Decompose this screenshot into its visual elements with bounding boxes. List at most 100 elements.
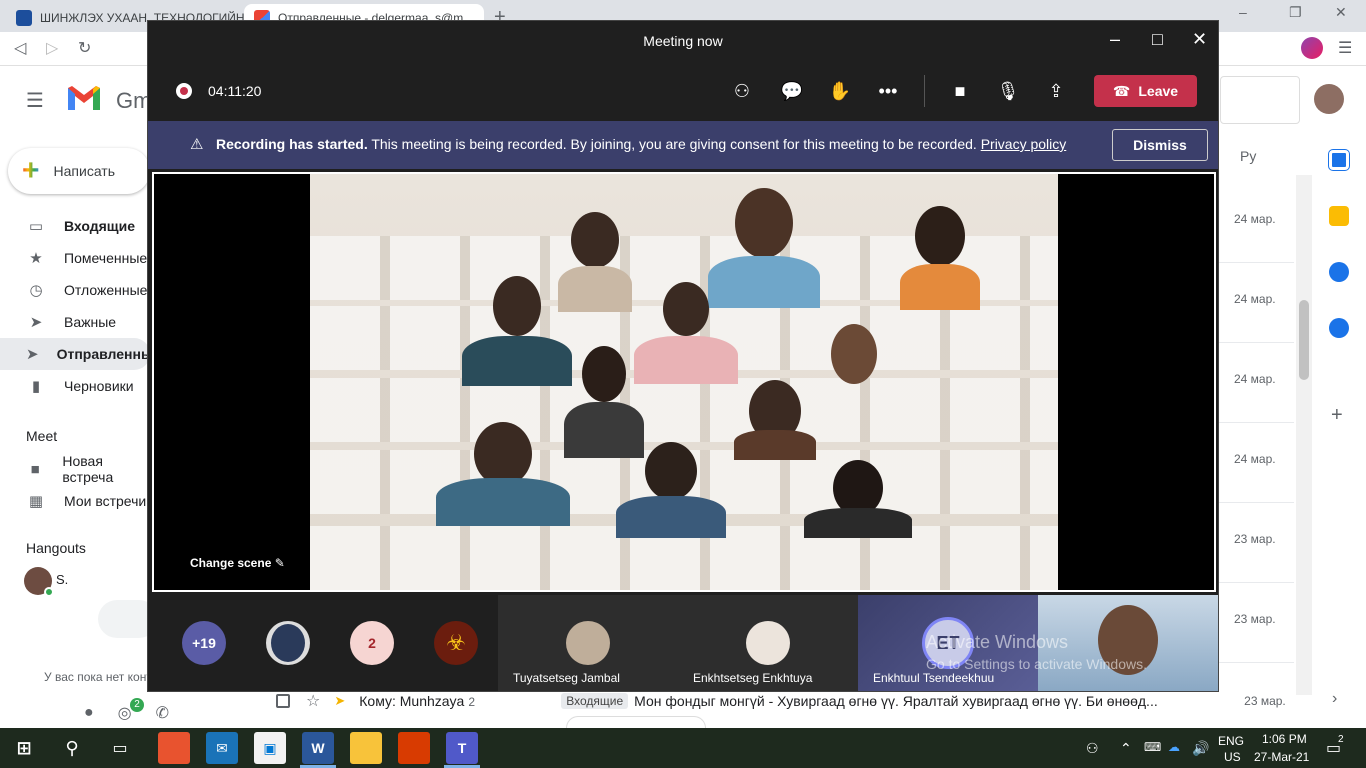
keep-icon[interactable]: [1329, 206, 1349, 226]
minimize-icon[interactable]: –: [1110, 29, 1120, 50]
mail-date: 24 мар.: [1234, 452, 1276, 466]
add-addon-icon[interactable]: +: [1331, 404, 1343, 427]
participants-icon[interactable]: ⚇: [728, 77, 756, 105]
sidebar-item-snoozed[interactable]: ◷ Отложенные: [0, 274, 150, 306]
participant-video: [900, 206, 980, 310]
raise-hand-icon[interactable]: ✋: [826, 77, 854, 105]
account-avatar[interactable]: [1314, 84, 1344, 114]
sidebar-item-inbox[interactable]: ▭ Входящие: [0, 210, 150, 242]
sidebar-item-label: Мои встречи: [64, 493, 147, 509]
store-icon[interactable]: ▣: [254, 732, 286, 764]
scrollbar-thumb[interactable]: [1299, 300, 1309, 380]
row-divider: [1218, 502, 1294, 503]
camera-icon[interactable]: ■: [946, 77, 974, 105]
chevron-right-icon[interactable]: ›: [1332, 690, 1337, 708]
compose-button[interactable]: + Написать: [8, 148, 150, 194]
privacy-policy-link[interactable]: Privacy policy: [981, 136, 1067, 152]
my-meetings-item[interactable]: ▦ Мои встречи: [0, 485, 150, 517]
new-meeting-item[interactable]: ■ Новая встреча: [0, 453, 150, 485]
mail-app-icon[interactable]: ✉: [206, 732, 238, 764]
chat-icon[interactable]: 💬: [778, 77, 806, 105]
scrollbar[interactable]: [1296, 175, 1312, 695]
label-chip: Входящие: [561, 693, 629, 709]
sidebar-item-label: Отправленные: [56, 346, 161, 362]
more-participants-button[interactable]: +19: [182, 621, 226, 665]
back-icon[interactable]: ◁: [14, 38, 26, 58]
clock-time[interactable]: 1:06 PM: [1262, 732, 1307, 746]
participant-video: [708, 188, 820, 308]
online-status-icon: [44, 587, 54, 597]
keyboard-icon[interactable]: ⌨: [1144, 740, 1161, 754]
reload-icon[interactable]: ↻: [78, 38, 91, 58]
biohazard-avatar-icon[interactable]: ☣: [434, 621, 478, 665]
menu-icon[interactable]: ☰: [26, 88, 44, 113]
participant-tile[interactable]: Enkhtsetseg Enkhtuya: [678, 595, 858, 691]
microphone-icon[interactable]: 🎙: [994, 77, 1022, 105]
start-icon[interactable]: ⊞: [8, 732, 40, 764]
browser-maximize-button[interactable]: ❐: [1289, 4, 1302, 21]
participant-avatar[interactable]: [266, 621, 310, 665]
brave-browser-icon[interactable]: [158, 732, 190, 764]
sidebar-item-label: Новая встреча: [62, 453, 114, 485]
extension-icon[interactable]: [1301, 37, 1323, 59]
draft-icon: ▮: [31, 378, 41, 395]
office-icon[interactable]: [398, 732, 430, 764]
university-favicon-icon: [16, 10, 32, 26]
gmail-logo-icon[interactable]: [66, 84, 102, 112]
leave-button[interactable]: ☎ Leave: [1094, 75, 1197, 107]
browser-menu-icon[interactable]: ☰: [1338, 38, 1352, 58]
sidebar-item-drafts[interactable]: ▮ Черновики: [0, 370, 150, 402]
task-view-icon[interactable]: ▭: [104, 732, 136, 764]
change-scene-button[interactable]: Change scene ✎: [190, 556, 285, 570]
maximize-icon[interactable]: □: [1152, 29, 1163, 50]
windows-taskbar: ⊞ ⚲ ▭ ✉ ▣ W T ⚇ ⌃ ⌨ ☁ 🔊 ENG US 1:06 PM 2…: [0, 728, 1366, 768]
participant-count-badge[interactable]: 2: [350, 621, 394, 665]
close-icon[interactable]: ✕: [1192, 29, 1207, 50]
thread-count: 2: [468, 695, 476, 709]
plus-icon: +: [22, 154, 40, 187]
important-marker-icon[interactable]: ➤: [334, 693, 345, 709]
volume-icon[interactable]: 🔊: [1192, 740, 1209, 757]
teams-icon[interactable]: T: [446, 732, 478, 764]
browser-minimize-button[interactable]: –: [1239, 4, 1247, 20]
browser-close-button[interactable]: ✕: [1335, 4, 1347, 21]
mail-recipient-text: Кому: Munhzaya: [359, 693, 465, 709]
windows-activation-subtext: Go to Settings to activate Windows.: [926, 656, 1147, 672]
clock-date[interactable]: 27-Mar-21: [1254, 750, 1309, 764]
language-selector[interactable]: Ру: [1240, 148, 1256, 164]
teams-titlebar: Meeting now – □ ✕: [148, 21, 1218, 61]
dismiss-button[interactable]: Dismiss: [1112, 129, 1208, 161]
person-icon[interactable]: ●: [84, 704, 94, 722]
chevron-up-icon[interactable]: ⌃: [1120, 740, 1132, 757]
clock-icon: ◷: [29, 282, 43, 299]
sidebar-item-sent[interactable]: ➤ Отправленные: [0, 338, 161, 370]
hangouts-user-name[interactable]: S.: [56, 572, 68, 587]
checkbox[interactable]: [276, 694, 290, 708]
onedrive-icon[interactable]: ☁: [1168, 740, 1180, 754]
recording-icon: [176, 83, 192, 99]
star-icon[interactable]: ☆: [306, 691, 320, 711]
sidebar-item-important[interactable]: ➤ Важные: [0, 306, 150, 338]
share-screen-icon[interactable]: ⇪: [1042, 77, 1070, 105]
calendar-icon[interactable]: [1328, 149, 1350, 171]
banner-message: This meeting is being recorded. By joini…: [371, 136, 977, 152]
more-options-icon[interactable]: •••: [874, 77, 902, 105]
input-language[interactable]: ENG: [1218, 734, 1244, 748]
sidebar-item-starred[interactable]: ★ Помеченные: [0, 242, 150, 274]
attachment-chip[interactable]: [566, 716, 706, 728]
phone-icon[interactable]: ✆: [156, 703, 169, 723]
meeting-title: Meeting now: [643, 33, 723, 49]
mail-date: 24 мар.: [1234, 372, 1276, 386]
recording-banner-text: Recording has started. This meeting is b…: [192, 136, 1066, 152]
file-explorer-icon[interactable]: [350, 732, 382, 764]
participant-tile[interactable]: Tuyatsetseg Jambal: [498, 595, 678, 691]
tasks-icon[interactable]: [1329, 262, 1349, 282]
toolbar-divider: [924, 75, 925, 107]
contacts-icon[interactable]: [1329, 318, 1349, 338]
leave-label: Leave: [1138, 83, 1179, 99]
forward-icon[interactable]: ▷: [46, 38, 58, 58]
word-icon[interactable]: W: [302, 732, 334, 764]
sidebar-item-label: Важные: [64, 314, 117, 330]
search-icon[interactable]: ⚲: [56, 732, 88, 764]
people-icon[interactable]: ⚇: [1086, 740, 1099, 757]
